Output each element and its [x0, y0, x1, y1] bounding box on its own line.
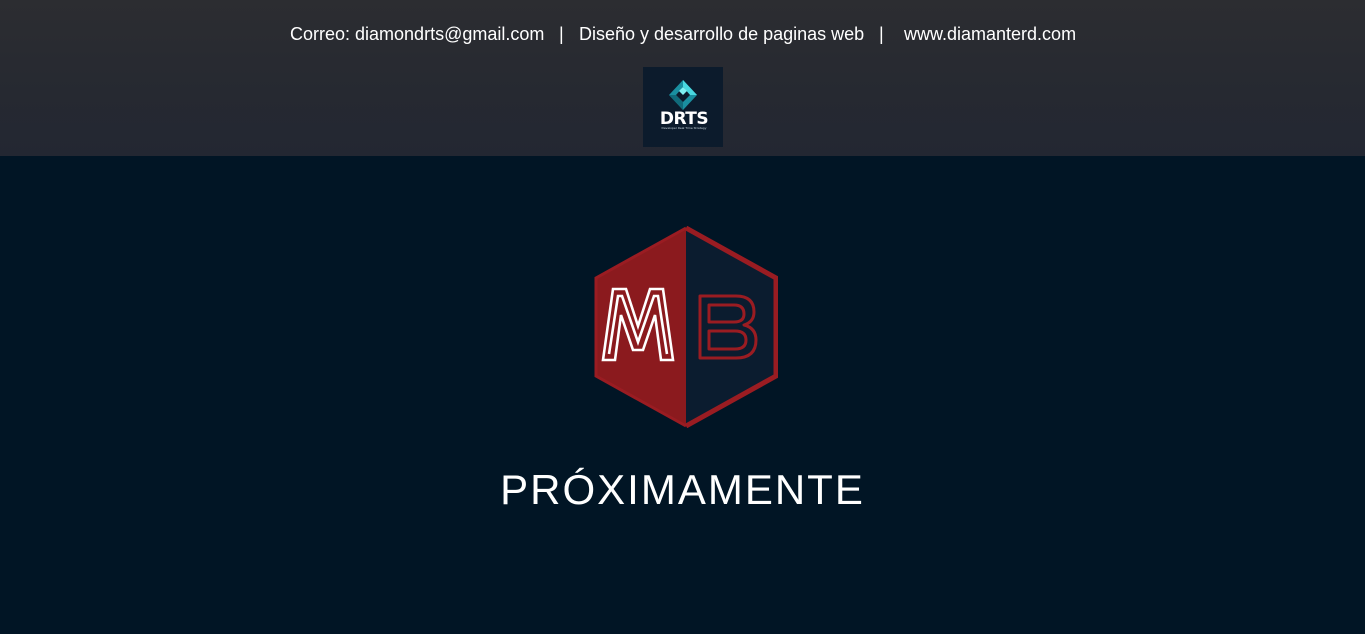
top-header: Correo: diamondrts@gmail.com | Diseño y … [0, 0, 1365, 156]
mb-logo [594, 225, 779, 429]
coming-soon-heading: PRÓXIMAMENTE [500, 466, 865, 513]
email-text: Correo: diamondrts@gmail.com [290, 24, 545, 44]
diamond-logo-icon: DRTS Developer Real Time Strategy [660, 80, 709, 130]
drts-logo[interactable]: DRTS Developer Real Time Strategy [643, 67, 723, 147]
separator-1: | [559, 24, 564, 44]
main-content: PRÓXIMAMENTE [0, 156, 1365, 634]
tagline-text: Diseño y desarrollo de paginas web [579, 24, 865, 44]
contact-line: Correo: diamondrts@gmail.com | Diseño y … [0, 23, 1365, 45]
separator-2: | [879, 24, 884, 44]
mb-hexagon-logo-icon [594, 225, 779, 429]
website-link[interactable]: www.diamanterd.com [904, 23, 1076, 45]
drts-logo-subtext: Developer Real Time Strategy [662, 126, 707, 130]
